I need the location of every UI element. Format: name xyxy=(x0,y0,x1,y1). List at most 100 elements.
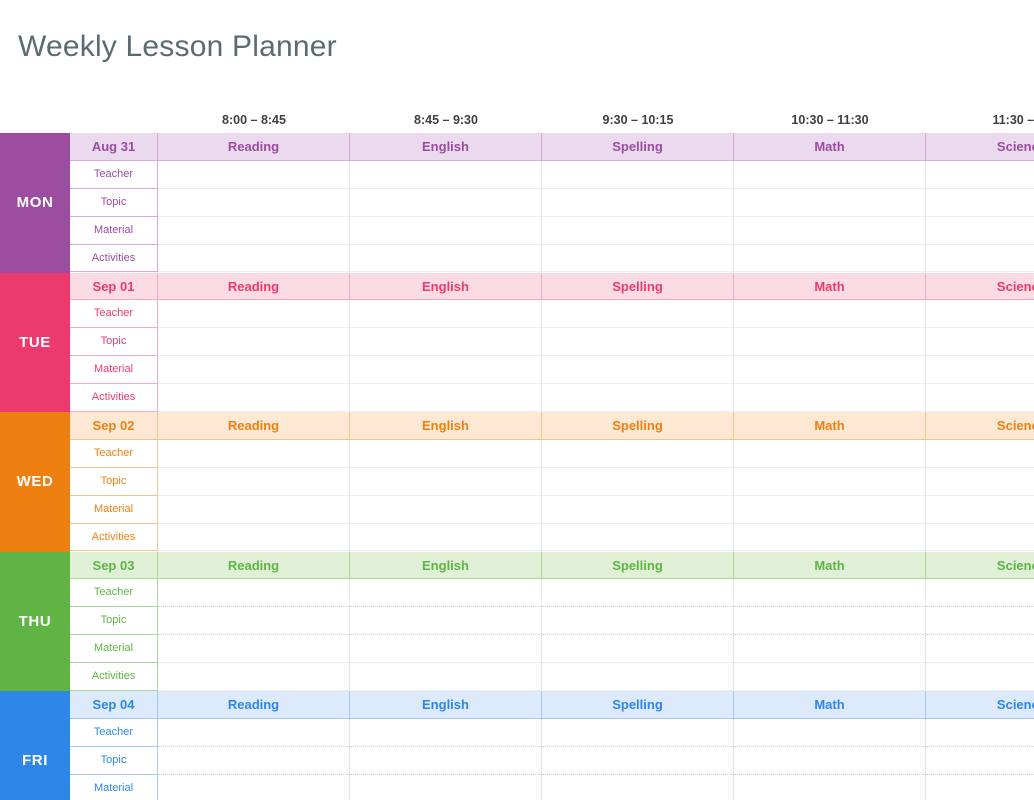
entry-cell[interactable] xyxy=(734,579,926,608)
subject-cell[interactable]: Spelling xyxy=(542,551,734,580)
entry-cell[interactable] xyxy=(542,467,734,496)
date-cell[interactable]: Aug 31 xyxy=(70,133,158,161)
entry-cell[interactable] xyxy=(158,635,350,664)
entry-cell[interactable] xyxy=(926,718,1034,747)
entry-cell[interactable] xyxy=(542,635,734,664)
entry-cell[interactable] xyxy=(542,439,734,468)
entry-cell[interactable] xyxy=(734,718,926,747)
entry-cell[interactable] xyxy=(926,356,1034,385)
entry-cell[interactable] xyxy=(350,635,542,664)
entry-cell[interactable] xyxy=(542,718,734,747)
subject-cell[interactable]: Science xyxy=(926,412,1034,440)
entry-cell[interactable] xyxy=(926,328,1034,357)
day-tab-tue[interactable]: TUE xyxy=(0,272,70,412)
entry-cell[interactable] xyxy=(734,607,926,636)
entry-cell[interactable] xyxy=(350,216,542,245)
entry-cell[interactable] xyxy=(734,160,926,189)
entry-cell[interactable] xyxy=(734,746,926,775)
entry-cell[interactable] xyxy=(350,579,542,608)
entry-cell[interactable] xyxy=(542,216,734,245)
entry-cell[interactable] xyxy=(350,244,542,273)
entry-cell[interactable] xyxy=(350,300,542,329)
entry-cell[interactable] xyxy=(734,384,926,412)
subject-cell[interactable]: Science xyxy=(926,551,1034,580)
date-cell[interactable]: Sep 01 xyxy=(70,272,158,301)
entry-cell[interactable] xyxy=(734,300,926,329)
entry-cell[interactable] xyxy=(542,328,734,357)
entry-cell[interactable] xyxy=(926,774,1034,800)
entry-cell[interactable] xyxy=(734,356,926,385)
entry-cell[interactable] xyxy=(926,523,1034,552)
entry-cell[interactable] xyxy=(350,718,542,747)
entry-cell[interactable] xyxy=(350,774,542,800)
entry-cell[interactable] xyxy=(542,607,734,636)
entry-cell[interactable] xyxy=(926,244,1034,273)
entry-cell[interactable] xyxy=(158,523,350,552)
entry-cell[interactable] xyxy=(926,663,1034,691)
entry-cell[interactable] xyxy=(542,579,734,608)
subject-cell[interactable]: Math xyxy=(734,272,926,301)
entry-cell[interactable] xyxy=(926,300,1034,329)
entry-cell[interactable] xyxy=(158,328,350,357)
entry-cell[interactable] xyxy=(350,467,542,496)
entry-cell[interactable] xyxy=(542,746,734,775)
date-cell[interactable]: Sep 04 xyxy=(70,691,158,719)
entry-cell[interactable] xyxy=(350,746,542,775)
entry-cell[interactable] xyxy=(734,774,926,800)
entry-cell[interactable] xyxy=(926,746,1034,775)
entry-cell[interactable] xyxy=(542,188,734,217)
entry-cell[interactable] xyxy=(926,579,1034,608)
entry-cell[interactable] xyxy=(734,244,926,273)
entry-cell[interactable] xyxy=(158,467,350,496)
entry-cell[interactable] xyxy=(542,244,734,273)
subject-cell[interactable]: Science xyxy=(926,133,1034,161)
entry-cell[interactable] xyxy=(542,495,734,524)
subject-cell[interactable]: English xyxy=(350,133,542,161)
entry-cell[interactable] xyxy=(734,216,926,245)
entry-cell[interactable] xyxy=(158,160,350,189)
entry-cell[interactable] xyxy=(734,523,926,552)
entry-cell[interactable] xyxy=(926,384,1034,412)
subject-cell[interactable]: Spelling xyxy=(542,691,734,719)
entry-cell[interactable] xyxy=(158,663,350,691)
entry-cell[interactable] xyxy=(926,216,1034,245)
entry-cell[interactable] xyxy=(158,439,350,468)
entry-cell[interactable] xyxy=(158,495,350,524)
subject-cell[interactable]: Spelling xyxy=(542,272,734,301)
date-cell[interactable]: Sep 03 xyxy=(70,551,158,580)
subject-cell[interactable]: Math xyxy=(734,691,926,719)
entry-cell[interactable] xyxy=(926,607,1034,636)
entry-cell[interactable] xyxy=(158,244,350,273)
subject-cell[interactable]: Science xyxy=(926,272,1034,301)
entry-cell[interactable] xyxy=(542,663,734,691)
entry-cell[interactable] xyxy=(926,635,1034,664)
subject-cell[interactable]: Science xyxy=(926,691,1034,719)
subject-cell[interactable]: Spelling xyxy=(542,412,734,440)
date-cell[interactable]: Sep 02 xyxy=(70,412,158,440)
entry-cell[interactable] xyxy=(734,188,926,217)
entry-cell[interactable] xyxy=(350,523,542,552)
subject-cell[interactable]: Math xyxy=(734,412,926,440)
entry-cell[interactable] xyxy=(158,774,350,800)
subject-cell[interactable]: English xyxy=(350,551,542,580)
entry-cell[interactable] xyxy=(350,607,542,636)
entry-cell[interactable] xyxy=(926,495,1034,524)
subject-cell[interactable]: Reading xyxy=(158,551,350,580)
entry-cell[interactable] xyxy=(542,774,734,800)
entry-cell[interactable] xyxy=(926,188,1034,217)
entry-cell[interactable] xyxy=(350,663,542,691)
day-tab-mon[interactable]: MON xyxy=(0,133,70,273)
day-tab-wed[interactable]: WED xyxy=(0,412,70,552)
entry-cell[interactable] xyxy=(542,356,734,385)
entry-cell[interactable] xyxy=(350,384,542,412)
entry-cell[interactable] xyxy=(350,188,542,217)
entry-cell[interactable] xyxy=(158,384,350,412)
subject-cell[interactable]: English xyxy=(350,412,542,440)
entry-cell[interactable] xyxy=(926,160,1034,189)
entry-cell[interactable] xyxy=(926,439,1034,468)
entry-cell[interactable] xyxy=(158,188,350,217)
subject-cell[interactable]: Reading xyxy=(158,412,350,440)
entry-cell[interactable] xyxy=(158,216,350,245)
entry-cell[interactable] xyxy=(350,160,542,189)
entry-cell[interactable] xyxy=(542,160,734,189)
